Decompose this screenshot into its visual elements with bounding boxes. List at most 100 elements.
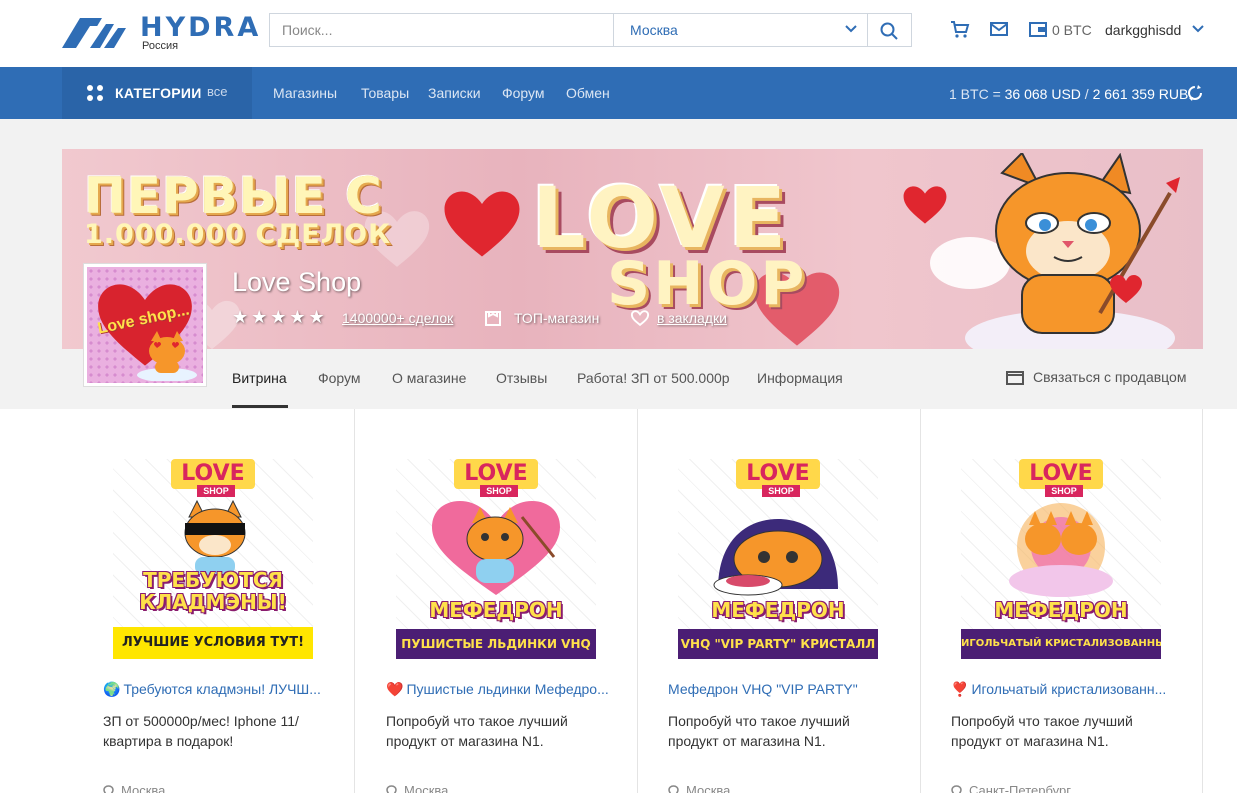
product-title-link[interactable]: 🌍 Требуются кладмэны! ЛУЧШ... xyxy=(103,681,333,698)
tab-about[interactable]: О магазине xyxy=(392,370,466,386)
cat-mascot-icon xyxy=(930,153,1180,349)
product-location-text: Москва xyxy=(686,783,731,793)
user-menu-chevron-icon[interactable] xyxy=(1192,25,1204,33)
logo-mark-icon xyxy=(62,18,126,48)
product-tag-icon: ❣️ xyxy=(951,681,969,697)
mail-icon[interactable] xyxy=(990,22,1008,36)
categories-label: КАТЕГОРИИ xyxy=(115,85,202,101)
main-nav: КАТЕГОРИИ все Магазины Товары Записки Фо… xyxy=(0,67,1237,119)
products-grid: LOVE SHOP ТРЕБУЮТСЯ КЛАДМЭНЫ! ЛУЧШИЕ УСЛ… xyxy=(0,409,1237,793)
city-select-value: Москва xyxy=(630,22,678,38)
nav-link-goods[interactable]: Товары xyxy=(361,85,409,101)
categories-menu[interactable]: КАТЕГОРИИ все xyxy=(62,67,252,119)
product-location-text: Москва xyxy=(404,783,449,793)
product-image-subcaption: ПУШИСТЫЕ ЛЬДИНКИ VHQ xyxy=(396,629,596,659)
product-card[interactable]: LOVE SHOP ТРЕБУЮТСЯ КЛАДМЭНЫ! ЛУЧШИЕ УСЛ… xyxy=(73,409,355,793)
product-tag-icon: ❤️ xyxy=(386,681,404,697)
search-icon xyxy=(880,22,898,40)
banner-headline: ПЕРВЫЕ С xyxy=(84,167,383,225)
cat-with-dish-icon xyxy=(713,519,838,596)
product-image-caption: ТРЕБУЮТСЯ КЛАДМЭНЫ! xyxy=(139,568,287,614)
product-image-caption: МЕФЕДРОН xyxy=(429,598,563,622)
tab-reviews[interactable]: Отзывы xyxy=(496,370,547,386)
nav-link-shops[interactable]: Магазины xyxy=(273,85,337,101)
bookmark-heart-icon[interactable] xyxy=(630,309,650,327)
product-image[interactable]: LOVE SHOP МЕФЕДРОН VHQ "VIP PARTY" КРИСТ… xyxy=(678,459,878,659)
top-shop-icon xyxy=(485,311,501,326)
shop-avatar[interactable]: Love shop... xyxy=(83,263,207,387)
product-card[interactable]: LOVE SHOP МЕФЕДРОН ПУШИСТЫЕ ЛЬДИНКИ VHQ … xyxy=(356,409,638,793)
location-pin-icon xyxy=(386,785,397,793)
product-image[interactable]: LOVE SHOP МЕФЕДРОН ИГОЛЬЧАТЫЙ КРИСТАЛИЗО… xyxy=(961,459,1161,659)
refresh-rate-icon[interactable] xyxy=(1186,84,1204,102)
product-location-text: Санкт-Петербург xyxy=(969,783,1071,793)
location-pin-icon xyxy=(668,785,679,793)
product-tag-icon: 🌍 xyxy=(103,681,121,697)
rate-rub: 2 661 359 RUB xyxy=(1092,86,1189,102)
cats-on-cloud-icon xyxy=(1009,503,1113,597)
hydra-logo[interactable]: HYDRA Россия xyxy=(62,12,258,56)
contact-seller-label: Связаться с продавцом xyxy=(1033,369,1187,385)
product-title-link[interactable]: ❤️ Пушистые льдинки Мефедро... xyxy=(386,681,616,698)
rate-prefix: 1 BTC = xyxy=(949,86,1005,102)
mail-icon xyxy=(1006,371,1024,385)
wallet-icon[interactable] xyxy=(1029,22,1047,37)
product-description: Попробуй что такое лучший продукт от маг… xyxy=(386,713,568,749)
cat-sunglasses-icon xyxy=(184,499,246,575)
product-image-subcaption: ИГОЛЬЧАТЫЙ КРИСТАЛИЗОВАННЫЙ xyxy=(961,629,1161,659)
product-image-caption: МЕФЕДРОН xyxy=(711,598,845,622)
rate-usd: 36 068 USD xyxy=(1004,86,1081,102)
categories-grid-icon xyxy=(87,85,103,101)
location-pin-icon xyxy=(103,785,114,793)
product-title: Пушистые льдинки Мефедро... xyxy=(406,681,609,697)
rate-separator: / xyxy=(1080,86,1093,102)
product-image-logo-sub: SHOP xyxy=(762,485,800,497)
tab-info[interactable]: Информация xyxy=(757,370,843,386)
product-image[interactable]: LOVE SHOP ТРЕБУЮТСЯ КЛАДМЭНЫ! ЛУЧШИЕ УСЛ… xyxy=(113,459,313,659)
city-select[interactable]: Москва xyxy=(614,14,868,46)
product-description: ЗП от 500000р/мес! Iphone 11/ квартира в… xyxy=(103,713,299,749)
product-image[interactable]: LOVE SHOP МЕФЕДРОН ПУШИСТЫЕ ЛЬДИНКИ VHQ xyxy=(396,459,596,659)
search-input[interactable] xyxy=(270,14,614,46)
avatar-cat-icon xyxy=(137,331,197,381)
product-description: Попробуй что такое лучший продукт от маг… xyxy=(951,713,1133,749)
search-bar: Москва xyxy=(269,13,912,47)
exchange-rate: 1 BTC = 36 068 USD / 2 661 359 RUB xyxy=(949,86,1188,102)
deals-count-link[interactable]: 1400000+ сделок xyxy=(342,310,453,326)
product-title: Игольчатый кристализованн... xyxy=(971,681,1167,697)
product-title-link[interactable]: Мефедрон VHQ "VIP PARTY" xyxy=(668,681,898,697)
cart-icon[interactable] xyxy=(950,20,970,38)
banner-subheadline: 1.000.000 СДЕЛОК xyxy=(84,219,392,250)
heart-decoration-icon xyxy=(444,191,520,257)
username[interactable]: darkgghisdd xyxy=(1105,22,1181,38)
btc-balance[interactable]: 0 BTC xyxy=(1052,22,1092,38)
categories-all-link[interactable]: все xyxy=(207,84,228,99)
nav-link-exchange[interactable]: Обмен xyxy=(566,85,610,101)
product-image-subcaption: VHQ "VIP PARTY" КРИСТАЛЛ xyxy=(678,629,878,659)
tab-showcase[interactable]: Витрина xyxy=(232,370,287,386)
rating-stars: ★★★★★ xyxy=(232,307,328,327)
shop-name: Love Shop xyxy=(232,267,362,297)
nav-link-notes[interactable]: Записки xyxy=(428,85,481,101)
product-card[interactable]: LOVE SHOP МЕФЕДРОН VHQ "VIP PARTY" КРИСТ… xyxy=(638,409,921,793)
product-description: Попробуй что такое лучший продукт от маг… xyxy=(668,713,850,749)
product-image-subcaption: ЛУЧШИЕ УСЛОВИЯ ТУТ! xyxy=(113,627,313,659)
bookmark-link[interactable]: в закладки xyxy=(657,310,727,326)
search-button[interactable] xyxy=(868,14,912,46)
tab-forum[interactable]: Форум xyxy=(318,370,361,386)
product-title: Требуются кладмэны! ЛУЧШ... xyxy=(123,681,321,697)
top-header: HYDRA Россия Москва 0 BTC darkgghisdd xyxy=(0,0,1237,67)
top-shop-label: ТОП-магазин xyxy=(514,310,600,326)
logo-text: HYDRA xyxy=(140,12,262,43)
tab-jobs[interactable]: Работа! ЗП от 500.000р xyxy=(577,370,730,386)
location-pin-icon xyxy=(951,785,962,793)
product-location-text: Москва xyxy=(121,783,166,793)
product-title-link[interactable]: ❣️ Игольчатый кристализованн... xyxy=(951,681,1181,698)
active-tab-indicator xyxy=(232,405,288,408)
nav-link-forum[interactable]: Форум xyxy=(502,85,545,101)
logo-region: Россия xyxy=(142,40,179,52)
shop-banner: ПЕРВЫЕ С 1.000.000 СДЕЛОК LOVE SHOP Love… xyxy=(62,149,1203,349)
product-image-caption: МЕФЕДРОН xyxy=(994,598,1128,622)
product-image-logo-sub: SHOP xyxy=(480,485,518,497)
product-card[interactable]: LOVE SHOP МЕФЕДРОН ИГОЛЬЧАТЫЙ КРИСТАЛИЗО… xyxy=(921,409,1203,793)
